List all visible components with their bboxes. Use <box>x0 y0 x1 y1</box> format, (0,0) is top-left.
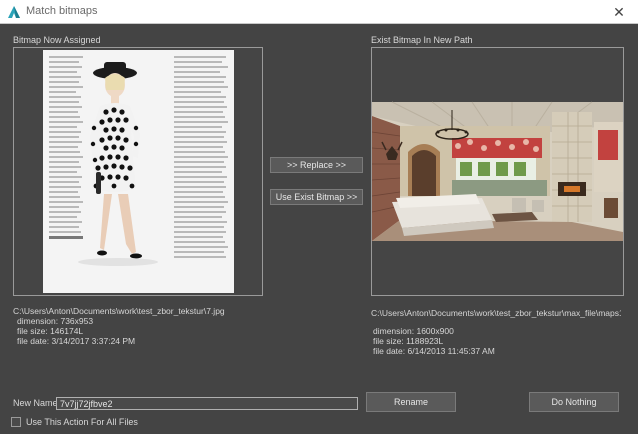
new-name-input[interactable] <box>56 397 358 410</box>
close-icon[interactable]: ✕ <box>610 3 628 21</box>
new-name-label: New Name <box>13 398 58 408</box>
title-bar: Match bitmaps ✕ <box>0 0 638 24</box>
fashion-magazine-image <box>14 48 262 295</box>
existing-bitmap-file-size: file size: 1188923L <box>373 336 444 346</box>
assigned-bitmap-path: C:\Users\Anton\Documents\work\test_zbor_… <box>13 306 225 316</box>
replace-button[interactable]: >> Replace >> <box>270 157 363 173</box>
use-exist-bitmap-button[interactable]: Use Exist Bitmap >> <box>270 189 363 205</box>
assigned-bitmap-file-date: file date: 3/14/2017 3:37:24 PM <box>17 336 136 346</box>
assigned-bitmap-file-size: file size: 146174L <box>17 326 84 336</box>
window-title: Match bitmaps <box>26 5 98 17</box>
apply-all-label: Use This Action For All Files <box>26 417 138 427</box>
rename-button[interactable]: Rename <box>366 392 456 412</box>
existing-bitmap-file-date: file date: 6/14/2013 11:45:37 AM <box>373 346 495 356</box>
assigned-bitmap-heading: Bitmap Now Assigned <box>13 35 101 45</box>
assigned-bitmap-preview <box>13 47 263 296</box>
interior-room-image <box>372 48 623 295</box>
assigned-bitmap-dimension: dimension: 736x953 <box>17 316 94 326</box>
existing-bitmap-preview <box>371 47 624 296</box>
existing-bitmap-path: C:\Users\Anton\Documents\work\test_zbor_… <box>371 308 621 318</box>
existing-bitmap-dimension: dimension: 1600x900 <box>373 326 454 336</box>
app-icon <box>8 6 20 18</box>
apply-all-checkbox[interactable] <box>11 417 21 427</box>
do-nothing-button[interactable]: Do Nothing <box>529 392 619 412</box>
existing-bitmap-heading: Exist Bitmap In New Path <box>371 35 473 45</box>
